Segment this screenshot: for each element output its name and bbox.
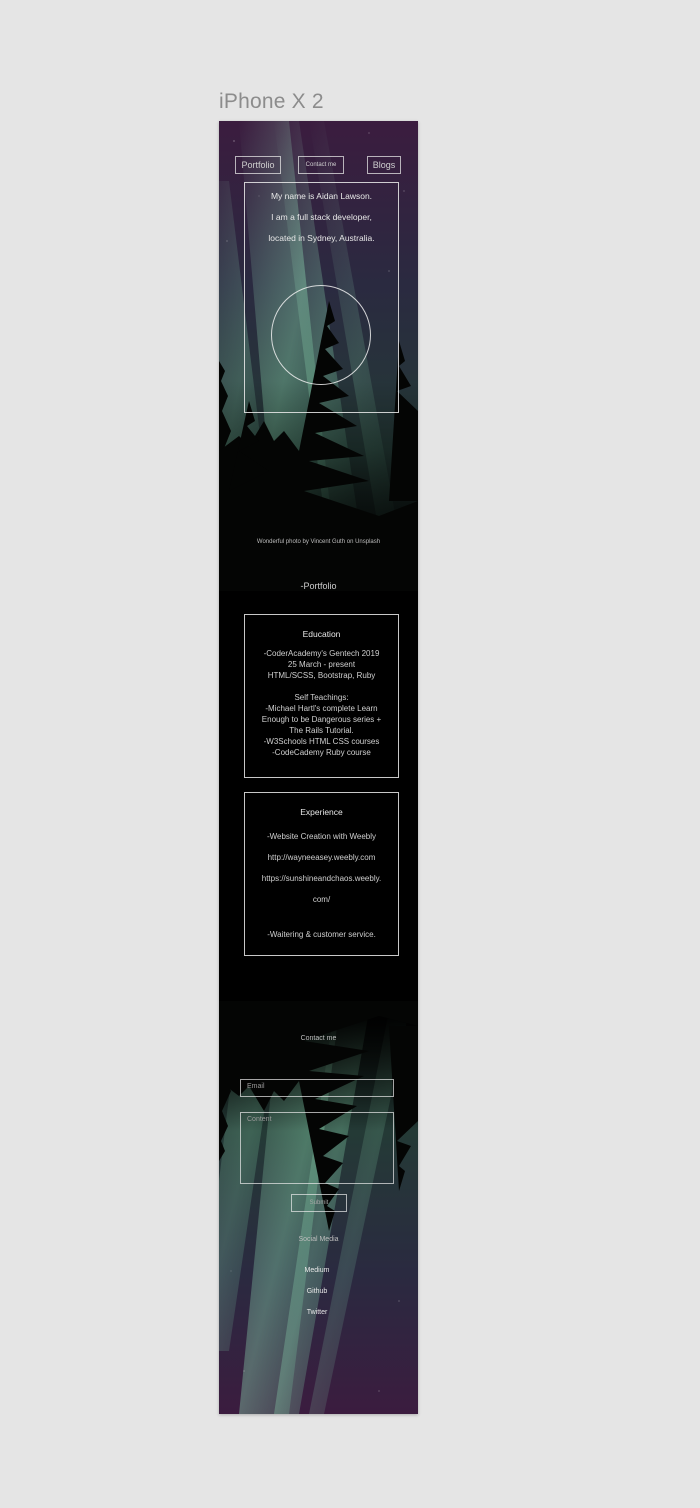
experience-line: -Waitering & customer service.: [267, 930, 376, 939]
submit-button[interactable]: Submit: [291, 1194, 347, 1212]
social-heading: Social Media: [298, 1236, 339, 1243]
education-line: -CodeCademy Ruby course: [272, 748, 371, 757]
experience-list: -Website Creation with Weebly http://way…: [245, 826, 398, 945]
education-title: Education: [302, 629, 341, 639]
artboard-title: iPhone X 2: [219, 90, 324, 113]
social-link-github[interactable]: Github: [219, 1288, 415, 1295]
education-spacer: [245, 681, 398, 692]
email-field[interactable]: Email: [240, 1079, 394, 1097]
education-line: 25 March - present: [287, 660, 356, 669]
experience-link[interactable]: https://sunshineandchaos.weebly.: [245, 868, 398, 889]
social-link-medium[interactable]: Medium: [219, 1267, 415, 1274]
avatar-circle: [271, 285, 371, 385]
experience-link-continued[interactable]: com/: [245, 889, 398, 910]
intro-line-3: located in Sydney, Australia.: [268, 233, 375, 243]
education-line: -Michael Hartl's complete Learn: [265, 704, 378, 713]
experience-link[interactable]: http://wayneeasey.weebly.com: [245, 847, 398, 868]
education-line: HTML/SCSS, Bootstrap, Ruby: [267, 671, 376, 680]
intro-line-2: I am a full stack developer,: [271, 212, 372, 222]
education-line: -W3Schools HTML CSS courses: [263, 737, 380, 746]
nav-blogs-button[interactable]: Blogs: [367, 156, 401, 174]
education-line: Self Teachings:: [294, 693, 349, 702]
education-box: Education -CoderAcademy's Gentech 2019 2…: [244, 614, 399, 778]
contact-heading: Contact me: [300, 1035, 337, 1042]
portfolio-heading: -Portfolio: [300, 581, 337, 591]
intro-line-1: My name is Aidan Lawson.: [270, 191, 373, 201]
education-line: Enough to be Dangerous series +: [261, 715, 382, 724]
experience-title: Experience: [300, 807, 343, 817]
education-line: The Rails Tutorial.: [289, 726, 354, 735]
phone-frame: Portfolio Contact me Blogs My name is Ai…: [219, 121, 418, 1414]
social-link-twitter[interactable]: Twitter: [219, 1309, 415, 1316]
experience-box: Experience -Website Creation with Weebly…: [244, 792, 399, 956]
message-field[interactable]: Content: [240, 1112, 394, 1184]
photo-credit[interactable]: Wonderful photo by Vincent Guth on Unspl…: [219, 539, 418, 545]
education-line: -CoderAcademy's Gentech 2019: [263, 649, 380, 658]
experience-line: -Website Creation with Weebly: [266, 832, 377, 841]
nav-contact-button[interactable]: Contact me: [298, 156, 344, 174]
education-list: -CoderAcademy's Gentech 2019 25 March - …: [245, 648, 398, 758]
nav-portfolio-button[interactable]: Portfolio: [235, 156, 281, 174]
